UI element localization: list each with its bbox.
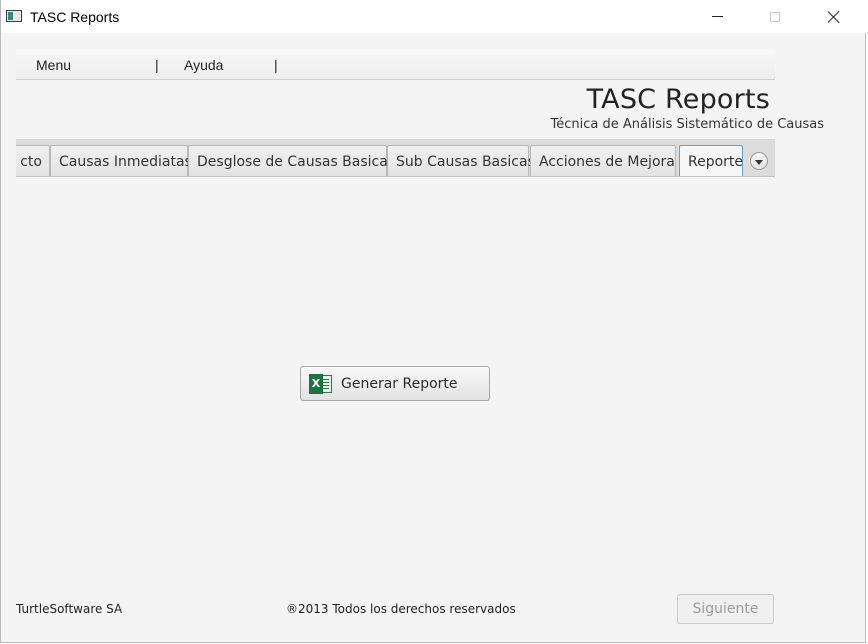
tab-label: Sub Causas Basicas [396, 153, 535, 170]
tab-label: cto [20, 153, 42, 170]
minimize-button[interactable] [694, 0, 740, 33]
menu-separator: | [155, 57, 159, 73]
menu-bar: Menu | Ayuda | [16, 49, 775, 80]
menu-separator: | [274, 57, 278, 73]
tab-label: Acciones de Mejora [539, 153, 675, 170]
generate-report-label: Generar Reporte [341, 375, 458, 392]
tab-previous-truncated[interactable]: cto [16, 145, 50, 176]
tab-reporte[interactable]: Reporte [679, 145, 744, 176]
page-subtitle: Técnica de Análisis Sistemático de Causa… [550, 117, 824, 132]
close-button[interactable] [811, 0, 857, 33]
tab-overflow-button[interactable] [750, 152, 768, 170]
close-icon [827, 10, 841, 24]
tab-desglose-causas-basicas[interactable]: Desglose de Causas Basicas [188, 145, 395, 176]
page-title: TASC Reports [586, 84, 770, 115]
tab-acciones-de-mejora[interactable]: Acciones de Mejora [530, 145, 676, 176]
window-title: TASC Reports [30, 9, 120, 25]
maximize-button[interactable] [752, 0, 798, 33]
title-bar[interactable]: TASC Reports [1, 0, 867, 33]
company-name: TurtleSoftware SA [16, 602, 123, 616]
tab-bar: cto Causas Inmediatas Desglose de Causas… [16, 139, 775, 177]
tab-label: Reporte [688, 154, 744, 170]
app-icon [6, 10, 22, 22]
tab-sub-causas-basicas[interactable]: Sub Causas Basicas [387, 145, 535, 176]
excel-icon: X [309, 373, 332, 394]
copyright-text: ®2013 Todos los derechos reservados [286, 602, 516, 616]
chevron-down-icon [755, 159, 763, 165]
maximize-icon [770, 11, 780, 22]
menu-item-menu[interactable]: Menu [36, 57, 71, 73]
menu-item-ayuda[interactable]: Ayuda [184, 57, 223, 73]
minimize-icon [711, 16, 723, 17]
tab-causas-inmediatas[interactable]: Causas Inmediatas [50, 145, 192, 176]
tab-label: Causas Inmediatas [59, 153, 192, 170]
tab-label: Desglose de Causas Basicas [197, 153, 396, 170]
app-window: TASC Reports Menu | Ayuda | TASC Reports… [0, 0, 867, 643]
next-button[interactable]: Siguiente [677, 594, 774, 624]
generate-report-button[interactable]: X Generar Reporte [300, 366, 490, 401]
